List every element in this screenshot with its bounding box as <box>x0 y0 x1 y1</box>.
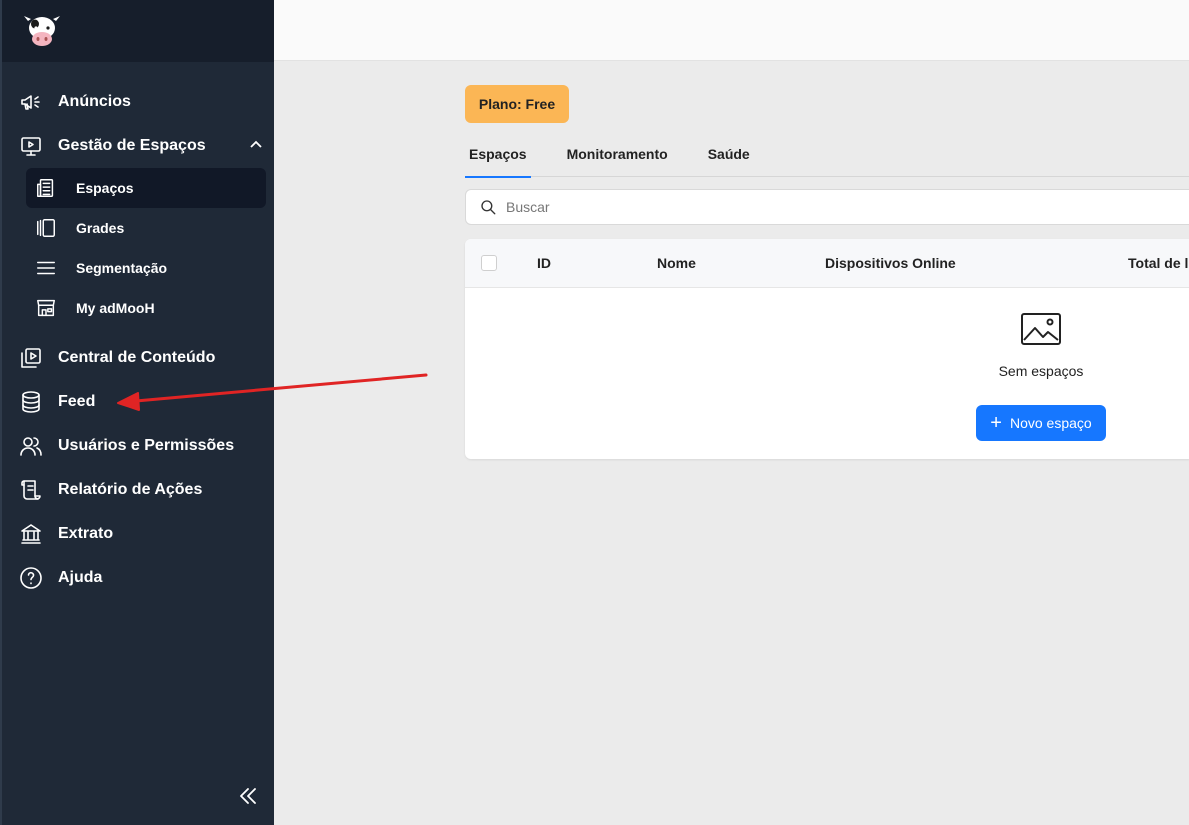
building-icon <box>34 176 58 200</box>
sidebar-item-gestao-de-espacos[interactable]: Gestão de Espaços <box>2 124 274 168</box>
sidebar-item-anuncios[interactable]: Anúncios <box>2 80 274 124</box>
tab-espacos[interactable]: Espaços <box>465 130 531 178</box>
sidebar-item-label: Gestão de Espaços <box>58 137 206 154</box>
help-circle-icon <box>18 565 44 591</box>
plus-icon: + <box>990 412 1002 434</box>
sidebar-subitem-label: My adMooH <box>76 300 155 316</box>
sidebar-item-label: Anúncios <box>58 93 131 110</box>
plan-badge[interactable]: Plano: Free <box>465 85 569 123</box>
carousel-icon <box>34 216 58 240</box>
sidebar-subitem-label: Segmentação <box>76 260 168 276</box>
column-header-nome[interactable]: Nome <box>657 255 696 271</box>
sidebar-item-extrato[interactable]: Extrato <box>2 512 274 556</box>
search-box[interactable] <box>465 189 1189 225</box>
sidebar-subitem-espacos[interactable]: Espaços <box>26 168 266 208</box>
new-space-button[interactable]: + Novo espaço <box>976 405 1106 441</box>
tab-saude[interactable]: Saúde <box>704 130 754 177</box>
column-header-id[interactable]: ID <box>537 255 551 271</box>
sidebar: Anúncios Gestão de Espaços Espaços Grade… <box>0 0 274 825</box>
empty-state-text: Sem espaços <box>998 363 1084 379</box>
sidebar-subitem-segmentacao[interactable]: Segmentação <box>26 248 266 288</box>
chevron-up-icon[interactable] <box>248 137 264 153</box>
image-placeholder-icon <box>1020 312 1062 346</box>
bank-icon <box>18 521 44 547</box>
column-header-total[interactable]: Total de li <box>1128 255 1189 271</box>
sidebar-item-label: Central de Conteúdo <box>58 349 216 366</box>
sidebar-item-label: Ajuda <box>58 569 103 586</box>
column-header-dispositivos-online[interactable]: Dispositivos Online <box>825 255 956 271</box>
monitor-play-icon <box>18 133 44 159</box>
database-icon <box>18 389 44 415</box>
sidebar-nav: Anúncios Gestão de Espaços Espaços Grade… <box>2 62 274 600</box>
sidebar-item-label: Extrato <box>58 525 114 542</box>
megaphone-icon <box>18 89 44 115</box>
sidebar-item-ajuda[interactable]: Ajuda <box>2 556 274 600</box>
users-icon <box>18 433 44 459</box>
top-bar <box>274 0 1189 61</box>
content-library-icon <box>18 345 44 371</box>
scroll-icon <box>18 477 44 503</box>
tab-monitoramento[interactable]: Monitoramento <box>563 130 672 177</box>
new-space-button-label: Novo espaço <box>1009 415 1092 431</box>
sidebar-item-usuarios-e-permissoes[interactable]: Usuários e Permissões <box>2 424 274 468</box>
storefront-icon <box>34 296 58 320</box>
sidebar-header <box>2 0 274 62</box>
spaces-table: ID Nome Dispositivos Online Total de li … <box>465 239 1189 459</box>
table-header: ID Nome Dispositivos Online Total de li <box>465 239 1189 288</box>
sidebar-item-label: Relatório de Ações <box>58 481 203 498</box>
cow-logo-icon[interactable] <box>22 13 62 49</box>
sidebar-item-label: Feed <box>58 393 96 410</box>
sidebar-subitem-label: Espaços <box>76 180 134 196</box>
sidebar-item-feed[interactable]: Feed <box>2 380 274 424</box>
sidebar-subitem-grades[interactable]: Grades <box>26 208 266 248</box>
sidebar-subitem-my-admooh[interactable]: My adMooH <box>26 288 266 328</box>
gestao-subitems: Espaços Grades Segmentação My adMooH <box>2 168 274 336</box>
empty-state: Sem espaços + Novo espaço <box>465 288 1189 459</box>
collapse-sidebar-icon[interactable] <box>236 784 262 810</box>
sidebar-item-relatorio-de-acoes[interactable]: Relatório de Ações <box>2 468 274 512</box>
tabs: Espaços Monitoramento Saúde <box>465 130 1189 178</box>
sidebar-subitem-label: Grades <box>76 220 125 236</box>
search-icon <box>481 200 496 215</box>
sidebar-item-central-de-conteudo[interactable]: Central de Conteúdo <box>2 336 274 380</box>
select-all-checkbox[interactable] <box>481 255 497 271</box>
menu-lines-icon <box>34 256 58 280</box>
sidebar-item-label: Usuários e Permissões <box>58 437 235 454</box>
search-input[interactable] <box>506 199 1106 215</box>
